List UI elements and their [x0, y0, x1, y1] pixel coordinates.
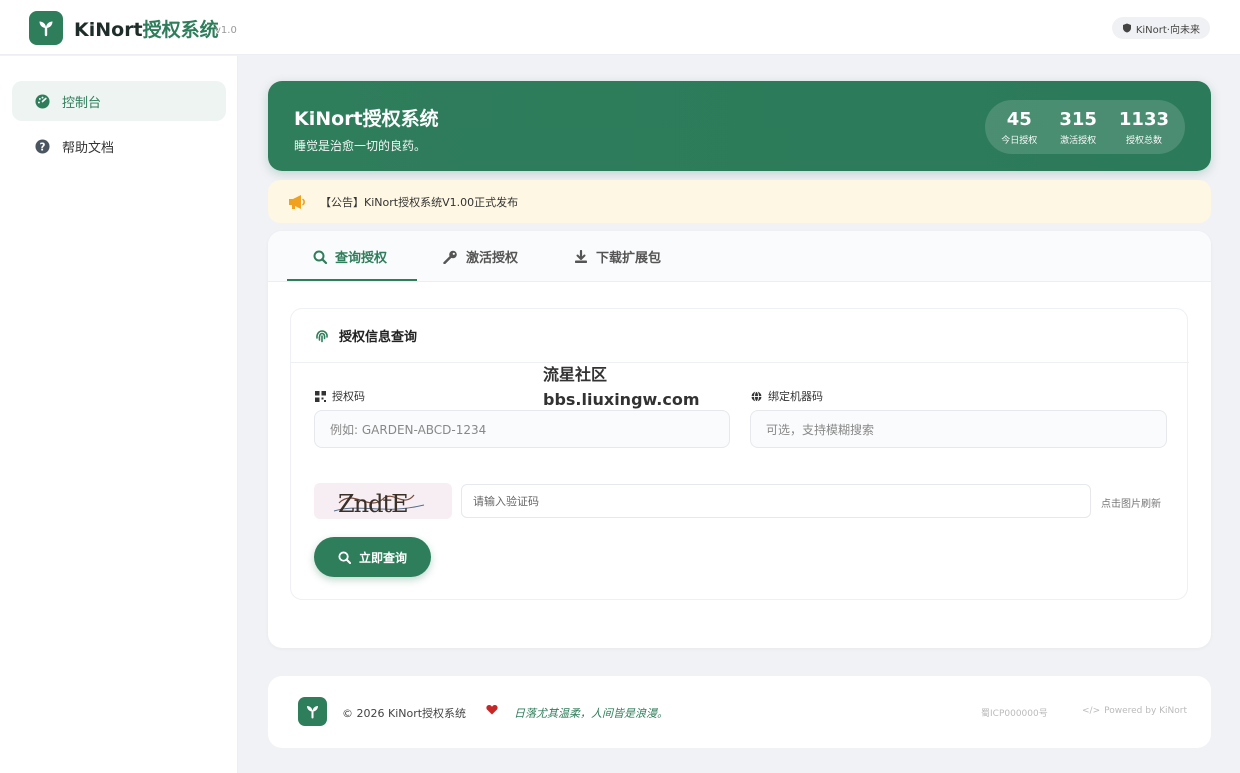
license-label: 授权码: [315, 388, 365, 404]
globe-icon: [751, 390, 762, 402]
hero-subtitle: 睡觉是治愈一切的良药。: [294, 139, 427, 153]
watermark: 流星社区 bbs.liuxingw.com: [543, 362, 700, 412]
submit-label: 立即查询: [358, 550, 407, 565]
license-code-input[interactable]: 例如: GARDEN-ABCD-1234: [314, 410, 730, 448]
sidebar-item-label: 帮助文档: [62, 140, 115, 156]
footer-logo: [298, 697, 327, 726]
license-label-text: 授权码: [332, 390, 365, 403]
brand-prefix: KiNort: [74, 19, 143, 41]
footer-powered-by[interactable]: </> Powered by KiNort: [1082, 706, 1187, 716]
qrcode-icon: [315, 390, 326, 402]
stat-value: 45: [1006, 108, 1032, 130]
tab-label: 下载扩展包: [596, 251, 662, 266]
top-right-label: KiNort·向未来: [1135, 24, 1200, 36]
tab-label: 查询授权: [335, 251, 388, 266]
shield-icon: [1122, 23, 1131, 33]
stat-total: 1133 授权总数: [1119, 109, 1169, 146]
captcha-input[interactable]: 请输入验证码: [461, 484, 1091, 518]
watermark-line-2: bbs.liuxingw.com: [543, 390, 700, 409]
footer-icp-link[interactable]: 蜀ICP000000号: [981, 706, 1048, 719]
tab-label: 激活授权: [466, 251, 519, 266]
stat-label: 授权总数: [1125, 135, 1162, 146]
tab-query[interactable]: 查询授权: [313, 231, 387, 282]
version-label: v1.0: [215, 25, 237, 36]
key-icon: [443, 250, 457, 264]
stat-value: 1133: [1118, 108, 1169, 130]
sprout-icon: [39, 21, 53, 37]
active-tab-indicator: [287, 279, 417, 281]
stat-label: 今日授权: [1001, 135, 1038, 146]
license-placeholder: 例如: GARDEN-ABCD-1234: [330, 422, 487, 437]
megaphone-icon: [289, 194, 305, 209]
stat-today: 45 今日授权: [1001, 109, 1037, 146]
top-right-badge[interactable]: KiNort·向未来: [1111, 17, 1210, 39]
tab-bar: 查询授权 激活授权 下载扩展包: [268, 231, 1211, 282]
stats-panel: 45 今日授权 315 激活授权 1133 授权总数: [985, 100, 1185, 154]
app-title: KiNort授权系统: [74, 15, 219, 42]
machine-label: 绑定机器码: [751, 388, 823, 404]
code-icon: </>: [1082, 706, 1101, 716]
sidebar-item-help[interactable]: ? 帮助文档: [12, 126, 226, 166]
sidebar-item-dashboard[interactable]: 控制台: [12, 81, 226, 121]
captcha-placeholder: 请输入验证码: [473, 495, 539, 508]
watermark-line-1: 流星社区: [543, 365, 608, 384]
footer: © 2026 KiNort授权系统 日落尤其温柔，人间皆是浪漫。 蜀ICP000…: [268, 676, 1211, 748]
panel-title: 授权信息查询: [339, 330, 418, 345]
machine-placeholder: 可选，支持模糊搜索: [766, 422, 875, 437]
main-card: 查询授权 激活授权 下载扩展包 授权信息查询 授权码 例如: GARDEN-AB…: [268, 231, 1211, 648]
announcement-bar[interactable]: 【公告】KiNort授权系统V1.00正式发布: [268, 180, 1211, 223]
submit-query-button[interactable]: 立即查询: [314, 537, 431, 577]
dashboard-icon: [34, 93, 50, 109]
stat-activated: 315 激活授权: [1059, 109, 1097, 146]
captcha-image[interactable]: ZndtE: [314, 483, 452, 519]
announcement-text: 【公告】KiNort授权系统V1.00正式发布: [320, 195, 519, 209]
question-icon: ?: [34, 138, 50, 154]
machine-label-text: 绑定机器码: [768, 390, 823, 403]
tab-download[interactable]: 下载扩展包: [574, 231, 661, 282]
footer-motto: 日落尤其温柔，人间皆是浪漫。: [514, 707, 668, 720]
brand-suffix: 授权系统: [142, 19, 219, 41]
captcha-text: ZndtE: [338, 490, 408, 518]
app-logo[interactable]: [29, 11, 63, 45]
top-bar: KiNort授权系统 v1.0 KiNort·向未来: [0, 0, 1240, 55]
stat-label: 激活授权: [1060, 135, 1097, 146]
fingerprint-icon: [316, 329, 328, 342]
sidebar: 控制台 ? 帮助文档: [0, 56, 238, 773]
powered-text: Powered by KiNort: [1104, 706, 1188, 716]
search-icon: [338, 550, 351, 564]
machine-code-input[interactable]: 可选，支持模糊搜索: [750, 410, 1167, 448]
query-panel: 授权信息查询 授权码 例如: GARDEN-ABCD-1234 绑定机器码 可选…: [290, 308, 1189, 600]
svg-text:?: ?: [39, 141, 45, 153]
search-icon: [313, 250, 327, 264]
tab-activate[interactable]: 激活授权: [443, 231, 518, 282]
footer-copyright: © 2026 KiNort授权系统: [342, 707, 467, 720]
heart-icon: [486, 704, 498, 715]
panel-header: 授权信息查询: [291, 309, 1189, 363]
hero-banner: KiNort授权系统 睡觉是治愈一切的良药。 45 今日授权 315 激活授权 …: [268, 81, 1211, 171]
hero-title: KiNort授权系统: [294, 108, 439, 130]
sprout-icon: [306, 705, 319, 719]
stat-value: 315: [1059, 108, 1097, 130]
sidebar-item-label: 控制台: [62, 95, 102, 111]
download-icon: [575, 249, 587, 263]
captcha-refresh-hint: 点击图片刷新: [1101, 499, 1161, 510]
